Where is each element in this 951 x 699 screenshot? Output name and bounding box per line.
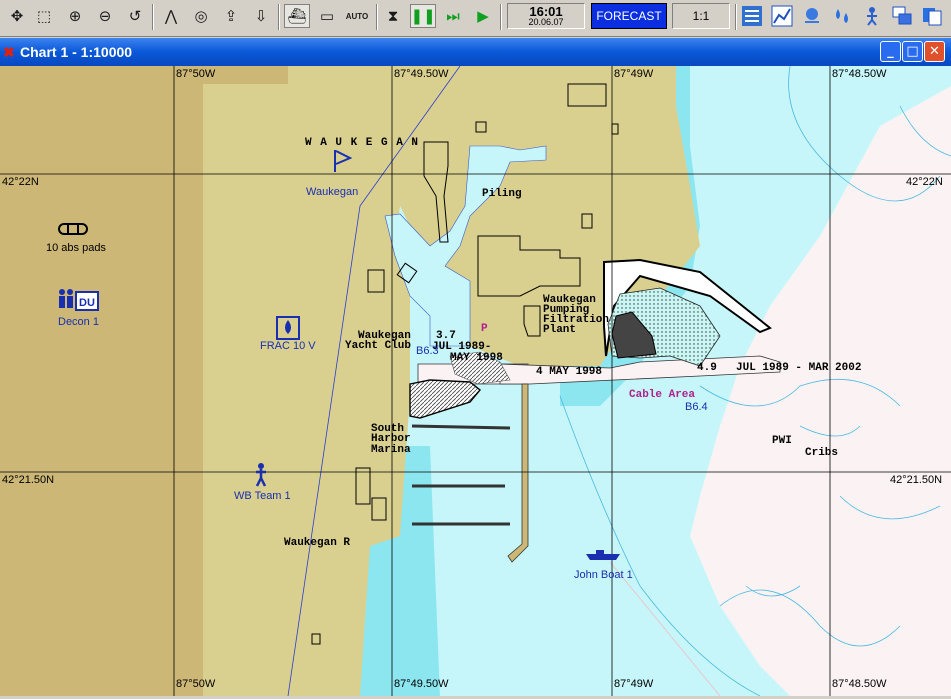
date-text: 20.06.07 xyxy=(528,17,564,27)
dock xyxy=(411,424,511,430)
drops-icon[interactable] xyxy=(829,4,855,28)
select-icon[interactable]: ⬚ xyxy=(31,4,57,28)
target-icon[interactable]: ◎ xyxy=(188,4,214,28)
buoy-label: B6.3 xyxy=(416,345,439,357)
waukegan-flag-label: Waukegan xyxy=(306,186,359,198)
minimize-button[interactable]: _ xyxy=(880,41,901,62)
decon-label: Decon 1 xyxy=(58,316,99,328)
move-icon[interactable]: ✥ xyxy=(4,4,30,28)
lat-label-left: 42°21.50N xyxy=(2,474,55,486)
person-icon[interactable] xyxy=(859,4,885,28)
toolbar-separator xyxy=(500,4,502,30)
app-icon: ✖ xyxy=(3,44,15,60)
yacht-label-2: Yacht Club xyxy=(345,340,412,352)
nautical-chart[interactable]: 87°50W 87°49.50W 87°49W 87°48.50W 87°50W… xyxy=(0,66,951,696)
lon-label-bottom: 87°48.50W xyxy=(832,678,887,690)
cable-area-label: Cable Area xyxy=(629,389,696,401)
chart-canvas xyxy=(0,66,951,696)
zoom-in-icon[interactable]: ⊕ xyxy=(62,4,88,28)
weather-icon[interactable] xyxy=(799,4,825,28)
buoy-label: B6.4 xyxy=(685,401,708,413)
pause-icon[interactable]: ❚❚ xyxy=(410,4,436,28)
zoom-out-icon[interactable]: ⊖ xyxy=(92,4,118,28)
pwi-label: PWI xyxy=(772,435,792,447)
compass-icon[interactable]: ⋀ xyxy=(158,4,184,28)
toolbar-separator xyxy=(278,4,280,30)
layers-icon[interactable] xyxy=(739,4,765,28)
copy-icon[interactable] xyxy=(919,4,945,28)
lon-label-top: 87°49.50W xyxy=(394,68,449,80)
lat-label-left: 42°22N xyxy=(2,176,39,188)
clock-display: 16:01 20.06.07 xyxy=(507,3,585,29)
marina-label-3: Marina xyxy=(371,444,411,456)
cribs-label: Cribs xyxy=(805,447,839,459)
export-icon[interactable]: ⇩ xyxy=(248,4,274,28)
window-title: Chart 1 - 1:10000 xyxy=(20,44,133,60)
toolbar-separator xyxy=(152,4,154,30)
lon-label-bottom: 87°49W xyxy=(614,678,654,690)
river-label: Waukegan R xyxy=(284,537,351,549)
frac-tank-icon[interactable] xyxy=(276,316,300,340)
auto-label: AUTO xyxy=(345,11,369,21)
lon-label-top: 87°49W xyxy=(614,68,654,80)
lat-label-right: 42°21.50N xyxy=(890,474,943,486)
wb-team-label: WB Team 1 xyxy=(234,490,291,502)
lon-label-bottom: 87°49.50W xyxy=(394,678,449,690)
main-toolbar: ✥ ⬚ ⊕ ⊖ ↺ ⋀ ◎ ⇪ ⇩ ⛴ ▭ AUTO ⧗ ❚❚ ⏭ ▶ 16:0… xyxy=(0,0,951,37)
window-title-bar[interactable]: ✖ Chart 1 - 1:10000 _ □ ✕ xyxy=(0,38,951,66)
stop-icon[interactable]: ⧗ xyxy=(380,4,406,28)
svg-text:DU: DU xyxy=(79,297,95,309)
decon-team-icon[interactable]: DU xyxy=(56,288,102,314)
maximize-button[interactable]: □ xyxy=(902,41,923,62)
windows-icon[interactable] xyxy=(889,4,915,28)
boat-icon[interactable] xyxy=(584,548,622,562)
toolbar-separator xyxy=(376,4,378,30)
fast-forward-icon[interactable]: ⏭ xyxy=(440,4,466,28)
date-range-label: MAY 1998 xyxy=(450,352,503,364)
date-range-label: JUL 1989 - MAR 2002 xyxy=(736,362,862,374)
close-button[interactable]: ✕ xyxy=(924,41,945,62)
lon-label-top: 87°48.50W xyxy=(832,68,887,80)
survey-date-label: 4 MAY 1998 xyxy=(536,366,603,378)
p-mark: P xyxy=(481,323,488,335)
play-icon[interactable]: ▶ xyxy=(470,4,496,28)
forecast-button[interactable]: FORECAST xyxy=(591,3,667,29)
lon-label-top: 87°50W xyxy=(176,68,216,80)
toolbar-separator xyxy=(735,4,737,30)
frac-label: FRAC 10 V xyxy=(260,340,316,352)
wb-team-icon[interactable] xyxy=(254,462,268,488)
absorbent-pads-icon[interactable] xyxy=(58,222,88,236)
land-shade xyxy=(0,66,203,696)
undo-icon[interactable]: ↺ xyxy=(122,4,148,28)
abs-pads-label: 10 abs pads xyxy=(46,242,106,254)
scale-display[interactable]: 1:1 xyxy=(672,3,730,29)
land-shade-top xyxy=(203,66,288,84)
depth-label: 4.9 xyxy=(697,362,717,374)
ship-icon[interactable]: ⛴ xyxy=(284,4,310,28)
piling-label: Piling xyxy=(482,188,522,200)
lat-label-right: 42°22N xyxy=(906,176,943,188)
auto-button[interactable]: AUTO xyxy=(344,4,370,28)
plant-label-4: Plant xyxy=(543,324,577,336)
import-icon[interactable]: ⇪ xyxy=(218,4,244,28)
vessel-icon[interactable]: ▭ xyxy=(314,4,340,28)
chart-icon[interactable] xyxy=(769,4,795,28)
flag-icon[interactable] xyxy=(332,148,352,174)
town-label: W A U K E G A N xyxy=(305,137,420,149)
lon-label-bottom: 87°50W xyxy=(176,678,216,690)
john-boat-label: John Boat 1 xyxy=(574,569,633,581)
